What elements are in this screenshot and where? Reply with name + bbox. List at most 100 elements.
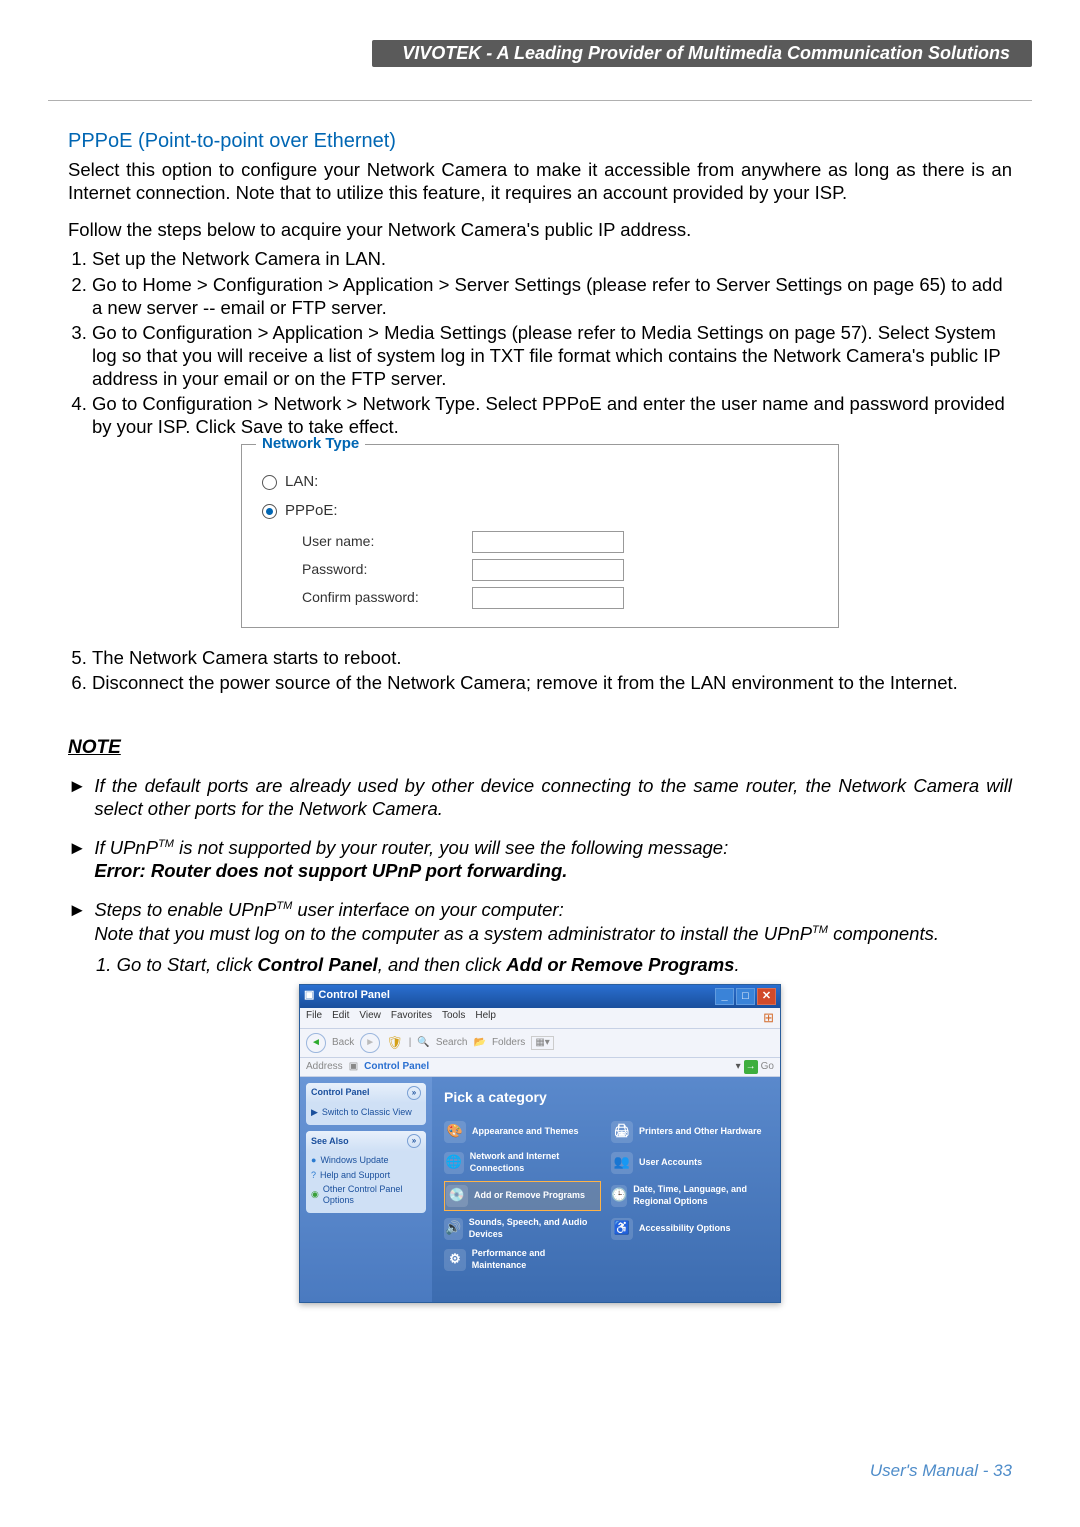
views-button[interactable]: ▦▾ bbox=[531, 1036, 553, 1051]
datetime-icon: 🕒 bbox=[611, 1185, 627, 1207]
pppoe-radio-row[interactable]: PPPoE: bbox=[262, 502, 822, 521]
side-pane: Control Panel » ▶ Switch to Classic View… bbox=[300, 1077, 432, 1302]
page-footer: User's Manual - 33 bbox=[870, 1461, 1012, 1481]
menu-edit[interactable]: Edit bbox=[332, 1010, 349, 1026]
appearance-icon: 🎨 bbox=[444, 1121, 466, 1143]
close-button[interactable]: ✕ bbox=[757, 988, 776, 1005]
note-item-2: ► If UPnPTM is not supported by your rou… bbox=[68, 836, 1012, 882]
note-body: Steps to enable UPnPTM user interface on… bbox=[94, 898, 1012, 944]
step-item: The Network Camera starts to reboot. bbox=[92, 646, 1012, 669]
username-row: User name: bbox=[302, 531, 822, 553]
radio-unselected-icon[interactable] bbox=[262, 475, 277, 490]
cat-network[interactable]: 🌐Network and Internet Connections bbox=[444, 1150, 601, 1176]
maximize-button[interactable]: □ bbox=[736, 988, 755, 1005]
window-body: Control Panel » ▶ Switch to Classic View… bbox=[300, 1077, 780, 1302]
note-body: If the default ports are already used by… bbox=[94, 774, 1012, 820]
note3-step1: 1. Go to Start, click Control Panel, and… bbox=[96, 953, 1012, 976]
lan-radio-row[interactable]: LAN: bbox=[262, 473, 822, 492]
globe-icon: ● bbox=[311, 1155, 316, 1166]
network-type-box: Network Type LAN: PPPoE: User name: Pass… bbox=[241, 444, 839, 628]
confirm-input[interactable] bbox=[472, 587, 624, 609]
step-item: Go to Configuration > Network > Network … bbox=[92, 392, 1012, 438]
arrow-right-icon: ► bbox=[68, 898, 86, 921]
switch-classic-link[interactable]: ▶ Switch to Classic View bbox=[311, 1107, 421, 1118]
side-panel-seealso: See Also » ●Windows Update ?Help and Sup… bbox=[306, 1131, 426, 1213]
accessibility-icon: ♿ bbox=[611, 1218, 633, 1240]
side-panel-cp: Control Panel » ▶ Switch to Classic View bbox=[306, 1083, 426, 1125]
menu-view[interactable]: View bbox=[359, 1010, 381, 1026]
password-input[interactable] bbox=[472, 559, 624, 581]
go-button[interactable]: → bbox=[744, 1060, 758, 1074]
section-title: PPPoE (Point-to-point over Ethernet) bbox=[68, 129, 1012, 154]
network-type-figure: Network Type LAN: PPPoE: User name: Pass… bbox=[68, 444, 1012, 628]
error-line: Error: Router does not support UPnP port… bbox=[94, 860, 567, 881]
tm-mark: TM bbox=[276, 900, 292, 912]
radio-dot-icon bbox=[266, 508, 273, 515]
cat-printers[interactable]: 🖨Printers and Other Hardware bbox=[611, 1119, 768, 1145]
back-button[interactable]: ◄ bbox=[306, 1033, 326, 1053]
side-cp-title: Control Panel bbox=[311, 1087, 370, 1098]
cat-sounds[interactable]: 🔊Sounds, Speech, and Audio Devices bbox=[444, 1216, 601, 1242]
cat-accessibility[interactable]: ♿Accessibility Options bbox=[611, 1216, 768, 1242]
pppoe-label: PPPoE: bbox=[285, 502, 338, 521]
performance-icon: ⚙ bbox=[444, 1249, 466, 1271]
menu-tools[interactable]: Tools bbox=[442, 1010, 465, 1026]
cat-users[interactable]: 👥User Accounts bbox=[611, 1150, 768, 1176]
address-label: Address bbox=[306, 1061, 343, 1074]
search-icon[interactable]: 🔍 bbox=[417, 1037, 429, 1050]
note-item-3: ► Steps to enable UPnPTM user interface … bbox=[68, 898, 1012, 944]
lan-label: LAN: bbox=[285, 473, 318, 492]
folders-label: Folders bbox=[492, 1037, 525, 1050]
switch-icon: ▶ bbox=[311, 1107, 318, 1118]
page-header: VIVOTEK - A Leading Provider of Multimed… bbox=[48, 40, 1032, 101]
see-also-item[interactable]: ◉Other Control Panel Options bbox=[311, 1184, 421, 1207]
folders-icon[interactable]: 📂 bbox=[474, 1037, 486, 1050]
go-label: Go bbox=[761, 1061, 774, 1074]
password-row: Password: bbox=[302, 559, 822, 581]
network-icon: 🌐 bbox=[444, 1152, 464, 1174]
menu-help[interactable]: Help bbox=[475, 1010, 496, 1026]
step-item: Set up the Network Camera in LAN. bbox=[92, 247, 1012, 270]
password-label: Password: bbox=[302, 561, 472, 579]
menu-bar: File Edit View Favorites Tools Help ⊞ bbox=[300, 1008, 780, 1029]
search-label: Search bbox=[436, 1037, 468, 1050]
cat-add-remove[interactable]: 💿Add or Remove Programs bbox=[444, 1181, 601, 1211]
cat-datetime[interactable]: 🕒Date, Time, Language, and Regional Opti… bbox=[611, 1181, 768, 1211]
intro-paragraph: Select this option to configure your Net… bbox=[68, 158, 1012, 204]
menu-favorites[interactable]: Favorites bbox=[391, 1010, 432, 1026]
username-input[interactable] bbox=[472, 531, 624, 553]
tm-mark: TM bbox=[158, 838, 174, 850]
cat-appearance[interactable]: 🎨Appearance and Themes bbox=[444, 1119, 601, 1145]
help-icon: ? bbox=[311, 1170, 316, 1181]
users-icon: 👥 bbox=[611, 1152, 633, 1174]
radio-selected-icon[interactable] bbox=[262, 504, 277, 519]
options-icon: ◉ bbox=[311, 1189, 319, 1200]
arrow-right-icon: ► bbox=[68, 836, 86, 859]
step-item: Go to Home > Configuration > Application… bbox=[92, 273, 1012, 319]
window-title: Control Panel bbox=[318, 989, 390, 1003]
address-bar: Address ▣ Control Panel ▾ → Go bbox=[300, 1058, 780, 1077]
note-heading: NOTE bbox=[68, 736, 1012, 760]
control-panel-figure: ▣ Control Panel _ □ ✕ File Edit View Fav… bbox=[68, 984, 1012, 1303]
add-remove-icon: 💿 bbox=[446, 1185, 468, 1207]
see-also-title: See Also bbox=[311, 1136, 349, 1147]
forward-button[interactable]: ► bbox=[360, 1033, 380, 1053]
network-type-legend: Network Type bbox=[256, 435, 365, 454]
see-also-item[interactable]: ?Help and Support bbox=[311, 1170, 421, 1181]
chevron-icon[interactable]: » bbox=[407, 1134, 421, 1148]
control-panel-icon: ▣ bbox=[304, 989, 314, 1003]
confirm-label: Confirm password: bbox=[302, 589, 472, 607]
up-button[interactable]: 🛡 bbox=[386, 1035, 403, 1051]
address-value[interactable]: Control Panel bbox=[364, 1061, 429, 1074]
window-titlebar: ▣ Control Panel _ □ ✕ bbox=[300, 985, 780, 1008]
minimize-button[interactable]: _ bbox=[715, 988, 734, 1005]
sounds-icon: 🔊 bbox=[444, 1218, 463, 1240]
chevron-icon[interactable]: » bbox=[407, 1086, 421, 1100]
username-label: User name: bbox=[302, 533, 472, 551]
arrow-right-icon: ► bbox=[68, 774, 86, 797]
cat-performance[interactable]: ⚙Performance and Maintenance bbox=[444, 1247, 601, 1273]
menu-file[interactable]: File bbox=[306, 1010, 322, 1026]
see-also-item[interactable]: ●Windows Update bbox=[311, 1155, 421, 1166]
logo-icon: ⊞ bbox=[763, 1010, 774, 1026]
toolbar: ◄ Back ► 🛡 | 🔍 Search 📂 Folders ▦▾ bbox=[300, 1029, 780, 1058]
